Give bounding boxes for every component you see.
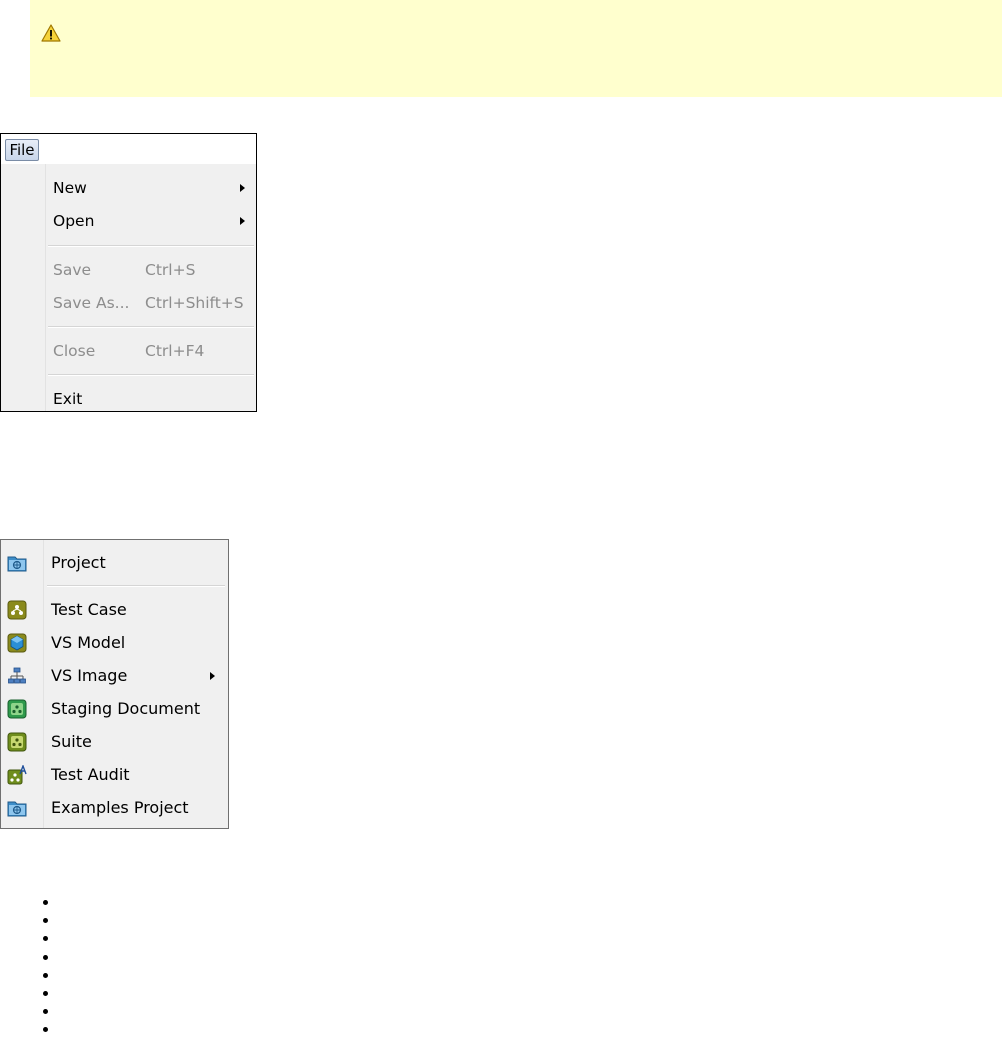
menu-item-label: Test Case — [51, 600, 127, 619]
menu-item-test-audit[interactable]: Test Audit — [1, 760, 228, 790]
menu-item-exit[interactable]: Exit — [53, 387, 82, 411]
menu-bar: File — [1, 134, 256, 164]
menu-item-label: Save — [53, 261, 92, 279]
bullet-marker — [43, 1027, 48, 1033]
bullet-marker — [43, 936, 48, 942]
menu-item-label: Examples Project — [51, 798, 189, 817]
menu-separator — [48, 245, 254, 247]
menu-item-label: VS Model — [51, 633, 126, 652]
menu-item-vs-image[interactable]: VS Image — [1, 661, 228, 691]
project-folder-icon — [7, 556, 27, 572]
examples-project-icon — [7, 801, 27, 817]
menu-item-vs-model[interactable]: VS Model — [1, 628, 228, 658]
menu-item-label: Suite — [51, 732, 92, 751]
staging-document-icon — [7, 699, 27, 719]
menu-item-label: Save As... — [53, 294, 130, 312]
menu-item-new[interactable]: New — [53, 176, 87, 200]
menu-item-test-case[interactable]: Test Case — [1, 595, 228, 625]
menu-item-label: Open — [53, 212, 95, 230]
bullet-marker — [43, 900, 48, 905]
submenu-arrow-icon — [240, 184, 245, 192]
vs-model-icon — [7, 633, 27, 653]
shortcut-label: Ctrl+F4 — [145, 342, 205, 360]
menu-item-label: Staging Document — [51, 699, 201, 718]
menu-item-examples-project[interactable]: Examples Project — [1, 793, 228, 823]
menu-item-suite[interactable]: Suite — [1, 727, 228, 757]
shortcut-label: Ctrl+Shift+S — [145, 294, 244, 312]
menu-item-save[interactable]: Save Ctrl+S — [53, 258, 195, 282]
suite-icon — [7, 732, 27, 752]
file-menu-tab[interactable]: File — [5, 139, 39, 161]
shortcut-label: Ctrl+S — [145, 261, 196, 279]
menu-item-label: Project — [51, 553, 106, 572]
bullet-list — [43, 900, 48, 1046]
menu-item-close[interactable]: Close Ctrl+F4 — [53, 339, 204, 363]
menu-icon-gutter — [1, 164, 46, 411]
menu-separator — [48, 374, 254, 376]
menu-item-label: Exit — [53, 390, 83, 408]
bullet-marker — [43, 918, 48, 924]
menu-item-label: New — [53, 179, 87, 197]
test-case-icon — [7, 600, 27, 620]
menu-item-staging-document[interactable]: Staging Document — [1, 694, 228, 724]
menu-separator — [48, 326, 254, 328]
menu-item-label: Test Audit — [51, 765, 130, 784]
bullet-marker — [43, 954, 48, 960]
menu-item-project[interactable]: Project — [1, 548, 228, 578]
test-audit-icon — [7, 765, 27, 785]
bullet-marker — [43, 972, 48, 978]
menu-item-label: Close — [53, 342, 96, 360]
bullet-marker — [43, 990, 48, 996]
file-menu-screenshot: File New Open Save Ctrl+S Save As... Ctr… — [0, 133, 257, 412]
submenu-arrow-icon — [210, 672, 215, 680]
menu-item-label: VS Image — [51, 666, 128, 685]
menu-separator — [47, 585, 225, 587]
menu-item-open[interactable]: Open — [53, 209, 94, 233]
menu-item-save-as[interactable]: Save As... Ctrl+Shift+S — [53, 291, 244, 315]
warning-icon — [41, 24, 61, 42]
new-submenu-screenshot: Project Test Case VS Model VS Image Stag… — [0, 539, 229, 829]
vs-image-icon — [8, 667, 26, 684]
warning-banner — [30, 0, 1002, 97]
bullet-marker — [43, 1009, 48, 1015]
submenu-arrow-icon — [240, 217, 245, 225]
